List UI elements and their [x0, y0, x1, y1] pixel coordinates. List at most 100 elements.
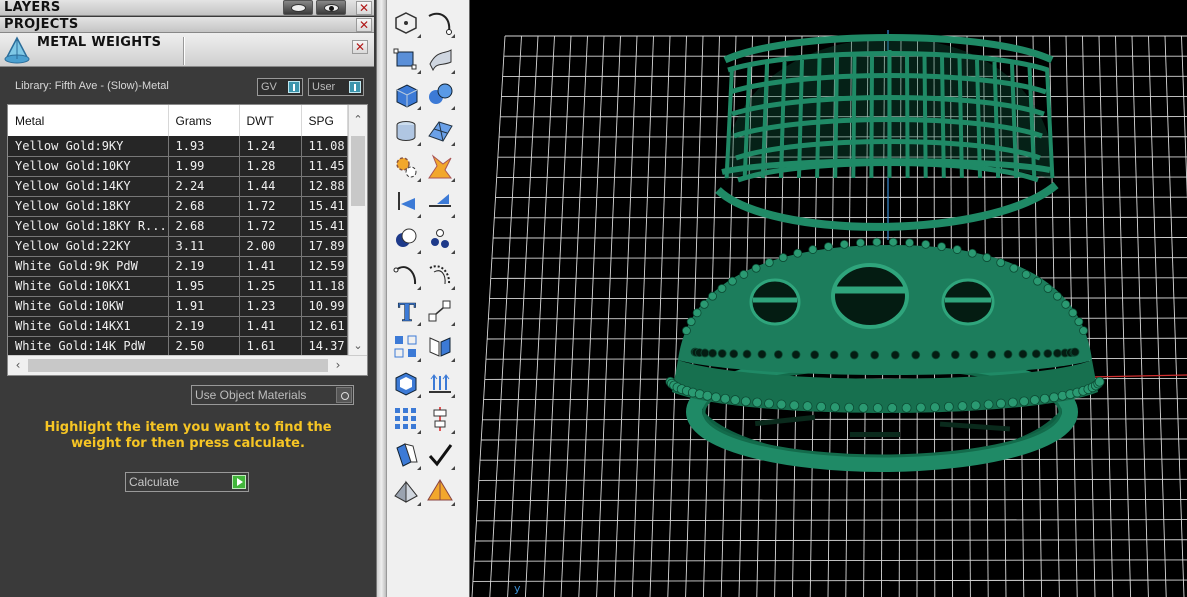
- boolean-icon[interactable]: [391, 224, 421, 254]
- curve-icon[interactable]: [425, 8, 455, 38]
- bead: [702, 390, 713, 401]
- table-row[interactable]: White Gold:9K PdW 2.19 1.41 12.59: [8, 256, 348, 277]
- extrude-arrows-icon[interactable]: [425, 368, 455, 398]
- bead: [764, 398, 774, 409]
- table-row[interactable]: White Gold:10KX1 1.95 1.25 11.18: [8, 276, 348, 297]
- scale-icon[interactable]: [425, 296, 455, 326]
- grid-line: [613, 35, 638, 597]
- shell-icon[interactable]: [391, 368, 421, 398]
- calculate-button[interactable]: Calculate: [125, 472, 249, 492]
- hscroll-thumb[interactable]: [28, 359, 328, 372]
- align-icon[interactable]: [425, 404, 455, 434]
- arc-curve-icon[interactable]: [391, 260, 421, 290]
- table-cell: White Gold:10KW: [8, 296, 169, 317]
- metal-table: Metal Grams DWT SPG Yellow Gold:9KY 1.93 1…: [8, 105, 348, 357]
- cylinder-icon[interactable]: [391, 116, 421, 146]
- viewport-canvas[interactable]: y: [470, 0, 1187, 597]
- layer-eye-toggle[interactable]: [316, 0, 346, 15]
- ring-dome-body[interactable]: [665, 237, 1105, 413]
- scroll-down-icon[interactable]: ⌄: [349, 337, 367, 355]
- bead: [686, 317, 696, 327]
- toggle-switch-icon: [288, 81, 300, 93]
- close-icon[interactable]: ✕: [356, 18, 372, 32]
- deform-cage-icon[interactable]: [391, 44, 421, 74]
- table-cell: 14.37: [301, 336, 348, 357]
- text-icon[interactable]: T: [391, 296, 421, 326]
- bead: [858, 402, 869, 413]
- table-cell: 1.41: [239, 316, 302, 337]
- bead: [856, 238, 865, 248]
- table-row[interactable]: Yellow Gold:10KY 1.99 1.28 11.45: [8, 156, 348, 177]
- grid-line: [649, 35, 671, 597]
- table-cell: 1.41: [239, 256, 302, 277]
- scroll-left-icon[interactable]: ‹: [10, 356, 26, 375]
- bead: [1053, 291, 1062, 301]
- column-header-dwt[interactable]: DWT: [239, 105, 302, 136]
- table-cell: 1.25: [239, 276, 302, 297]
- surface-icon[interactable]: [425, 44, 455, 74]
- box-primitive-icon[interactable]: [391, 80, 421, 110]
- burst-icon[interactable]: [425, 152, 455, 182]
- table-row[interactable]: Yellow Gold:18KY R... 2.68 1.72 15.41: [8, 216, 348, 237]
- particles-icon[interactable]: [425, 224, 455, 254]
- bead: [793, 248, 803, 258]
- bead: [757, 349, 767, 359]
- table-cell: Yellow Gold:22KY: [8, 236, 169, 257]
- bead: [930, 402, 940, 413]
- offset-curve-icon[interactable]: [425, 260, 455, 290]
- table-row[interactable]: Yellow Gold:18KY 2.68 1.72 15.41: [8, 196, 348, 217]
- mirror-icon[interactable]: [425, 332, 455, 362]
- ring-lattice-band[interactable]: [715, 34, 1059, 231]
- layers-panel-header[interactable]: LAYERS ✕: [0, 0, 374, 16]
- materials-dropdown[interactable]: Use Object Materials: [191, 385, 354, 405]
- bead: [967, 248, 977, 258]
- close-icon[interactable]: ✕: [352, 40, 368, 54]
- bead: [905, 238, 914, 248]
- library-label: Library: Fifth Ave - (Slow)-Metal: [15, 80, 169, 92]
- bead: [969, 350, 979, 360]
- polygon-icon[interactable]: [391, 8, 421, 38]
- check-icon[interactable]: [425, 440, 455, 470]
- table-cell: 11.18: [301, 276, 348, 297]
- bead: [943, 401, 954, 412]
- table-row[interactable]: White Gold:14KX1 2.19 1.41 12.61: [8, 316, 348, 337]
- gem-icon[interactable]: [425, 476, 455, 506]
- grid-line: [1115, 35, 1132, 597]
- bead: [1053, 348, 1062, 358]
- table-row[interactable]: White Gold:14K PdW 2.50 1.61 14.37: [8, 336, 348, 357]
- grid-array-icon[interactable]: [391, 404, 421, 434]
- facet-shape-icon[interactable]: [391, 476, 421, 506]
- gv-toggle[interactable]: GV: [257, 78, 303, 96]
- projects-panel-header[interactable]: PROJECTS ✕: [0, 17, 374, 33]
- sphere-icon[interactable]: [425, 80, 455, 110]
- trim-icon[interactable]: [425, 188, 455, 218]
- pipe-icon[interactable]: [391, 440, 421, 470]
- 3d-viewport[interactable]: y: [470, 0, 1187, 597]
- split-icon[interactable]: [391, 188, 421, 218]
- bead: [1039, 393, 1050, 404]
- scroll-thumb[interactable]: [351, 136, 365, 206]
- bead: [740, 396, 751, 407]
- vertical-scrollbar[interactable]: ⌃ ⌄: [348, 105, 367, 355]
- scroll-up-icon[interactable]: ⌃: [349, 111, 367, 129]
- horizontal-scrollbar[interactable]: ‹ ›: [8, 355, 367, 375]
- table-row[interactable]: Yellow Gold:22KY 3.11 2.00 17.89: [8, 236, 348, 257]
- table-cell: 1.44: [239, 176, 302, 197]
- array-icon[interactable]: [391, 332, 421, 362]
- layers-title: LAYERS: [4, 0, 61, 15]
- user-toggle[interactable]: User: [308, 78, 364, 96]
- layer-visibility-toggle[interactable]: [283, 0, 313, 15]
- panel-splitter[interactable]: [376, 0, 386, 597]
- table-row[interactable]: White Gold:10KW 1.91 1.23 10.99: [8, 296, 348, 317]
- column-header-metal[interactable]: Metal: [8, 105, 169, 136]
- scroll-right-icon[interactable]: ›: [330, 356, 346, 375]
- gears-icon[interactable]: [391, 152, 421, 182]
- mesh-icon[interactable]: [425, 116, 455, 146]
- table-row[interactable]: Yellow Gold:9KY 1.93 1.24 11.08: [8, 136, 348, 157]
- column-header-spg[interactable]: SPG: [301, 105, 348, 136]
- bead: [1074, 317, 1084, 327]
- grid-line: [667, 35, 687, 597]
- table-row[interactable]: Yellow Gold:14KY 2.24 1.44 12.88: [8, 176, 348, 197]
- column-header-grams[interactable]: Grams: [168, 105, 240, 136]
- close-icon[interactable]: ✕: [356, 1, 372, 15]
